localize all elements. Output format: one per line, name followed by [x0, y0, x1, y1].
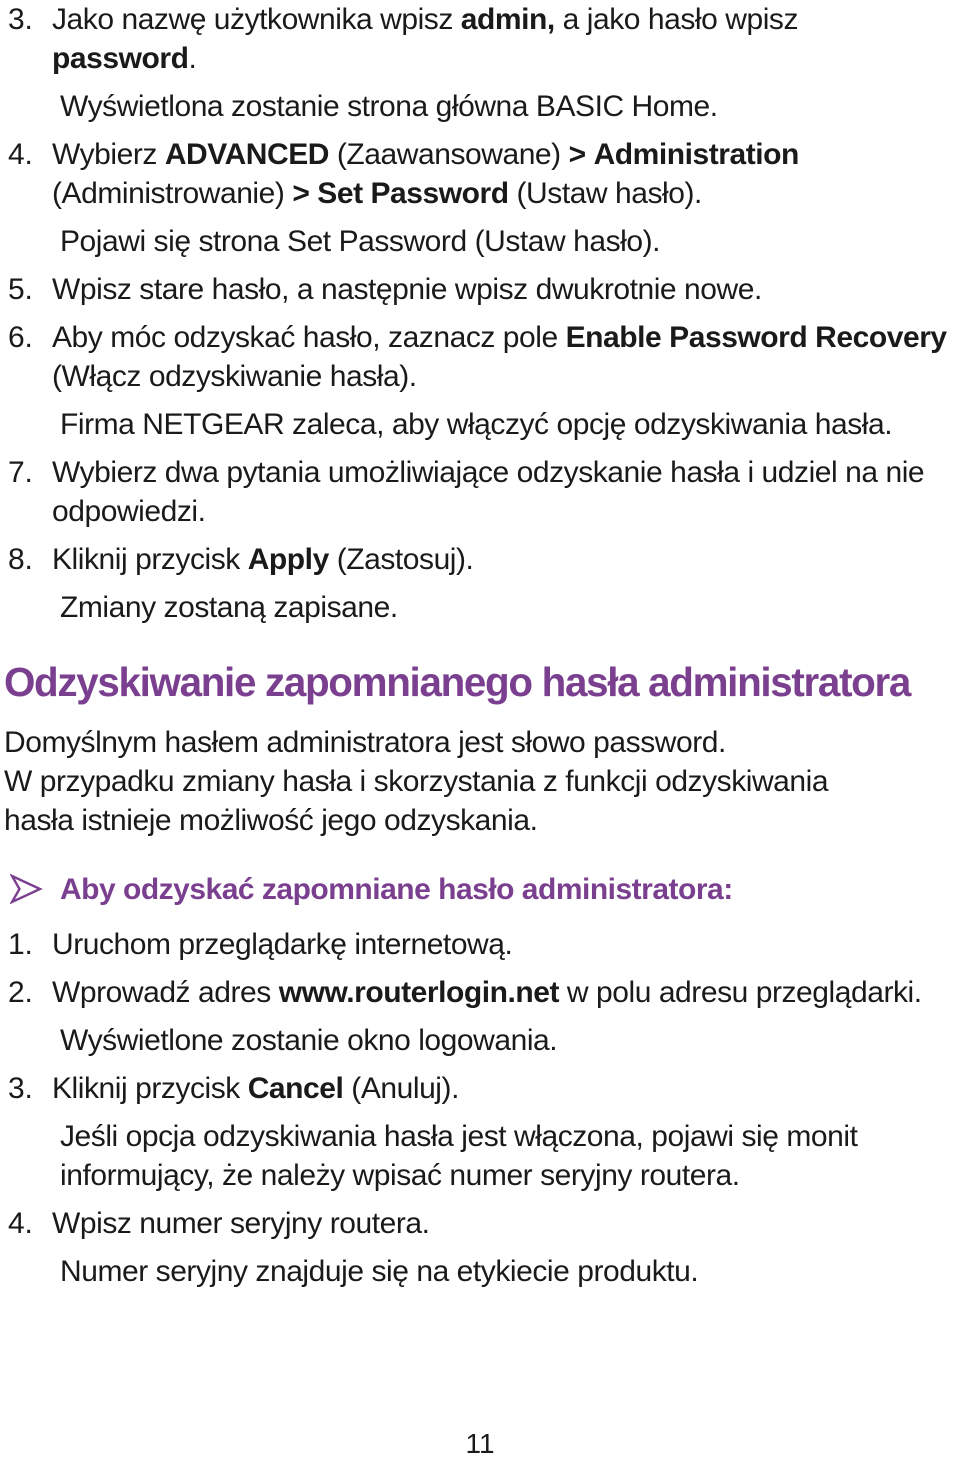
step-text-body: Kliknij przycisk Cancel (Anuluj).: [52, 1069, 960, 1108]
step-note: Firma NETGEAR zaleca, aby włączyć opcję …: [60, 408, 893, 441]
step-text: (Anuluj).: [343, 1072, 459, 1105]
step-text-bold: >: [292, 177, 310, 210]
step-text-body: Wybierz dwa pytania umożliwiające odzysk…: [52, 453, 960, 531]
step-text-bold: Set Password: [317, 177, 509, 210]
intro-line-1: Domyślnym hasłem administratora jest sło…: [4, 726, 726, 759]
step-text-body: Jako nazwę użytkownika wpisz admin, a ja…: [52, 0, 960, 78]
procedure-heading-label: Aby odzyskać zapomniane hasło administra…: [60, 873, 733, 906]
step-text: Wybierz dwa pytania umożliwiające odzysk…: [52, 456, 925, 528]
list-item: 3. Kliknij przycisk Cancel (Anuluj).: [0, 1069, 960, 1108]
list-item: 4. Wybierz ADVANCED (Zaawansowane) > Admi…: [0, 135, 960, 213]
procedure-heading: Aby odzyskać zapomniane hasło administra…: [0, 870, 960, 909]
step-text: (Zastosuj).: [328, 543, 474, 576]
step-text-bold: password: [52, 42, 189, 75]
list-item: 1. Uruchom przeglądarkę internetową.: [0, 925, 960, 964]
page-number: 11: [465, 1428, 495, 1459]
list-item: 6. Aby móc odzyskać hasło, zaznacz pole E…: [0, 318, 960, 396]
step-text: w polu adresu przeglądarki.: [559, 976, 922, 1009]
section-heading: Odzyskiwanie zapomnianego hasła administ…: [3, 659, 911, 705]
step-text-body: Wprowadź adres www.routerlogin.net w pol…: [52, 973, 960, 1012]
list-item: 4. Wpisz numer seryjny routera.: [0, 1204, 960, 1243]
step-text: [586, 138, 594, 171]
list-item: 7. Wybierz dwa pytania umożliwiające odzy…: [0, 453, 960, 531]
list-item: 2. Wprowadź adres www.routerlogin.net w p…: [0, 973, 960, 1012]
step-text: Kliknij przycisk: [52, 1072, 248, 1105]
step-note: Wyświetlona zostanie strona główna BASIC…: [60, 90, 718, 123]
step-text-bold: admin,: [460, 3, 555, 36]
step-text-bold: Apply: [247, 543, 330, 576]
step-number: 3.: [8, 1072, 33, 1105]
step-text: Jako nazwę użytkownika wpisz: [52, 3, 461, 36]
intro-line-3: hasła istnieje możliwość jego odzyskania…: [4, 804, 538, 837]
step-number: 1.: [8, 928, 33, 961]
document-page: 3. Jako nazwę użytkownika wpisz admin, a …: [0, 0, 960, 1474]
intro-line-2: W przypadku zmiany hasła i skorzystania …: [4, 765, 829, 798]
step-text: Wpisz stare hasło, a następnie wpisz dwu…: [52, 273, 762, 306]
step-text: Wpisz numer seryjny routera.: [52, 1207, 430, 1240]
step-text: Kliknij przycisk: [52, 543, 248, 576]
step-text-bold: Enable Password Recovery: [565, 321, 947, 354]
step-note: Numer seryjny znajduje się na etykiecie …: [60, 1255, 699, 1288]
step-number: 8.: [8, 543, 33, 576]
step-number: 6.: [8, 321, 33, 354]
list-item: 8. Kliknij przycisk Apply (Zastosuj).: [0, 540, 960, 579]
arrow-bullet-icon: [0, 870, 60, 904]
step-text: Wprowadź adres: [52, 976, 279, 1009]
step-note: Zmiany zostaną zapisane.: [60, 591, 398, 624]
step-text-bold: Administration: [593, 138, 800, 171]
step-text-bold: Cancel: [247, 1072, 344, 1105]
step-text: (Ustaw hasło).: [508, 177, 703, 210]
step-text-body: Uruchom przeglądarkę internetową.: [52, 925, 960, 964]
list-item: 3. Jako nazwę użytkownika wpisz admin, a …: [0, 0, 960, 78]
step-text: .: [188, 42, 197, 75]
section-intro-paragraph: Domyślnym hasłem administratora jest sło…: [0, 723, 960, 840]
step-text-body: Kliknij przycisk Apply (Zastosuj).: [52, 540, 960, 579]
steps-section-top: 3. Jako nazwę użytkownika wpisz admin, a …: [0, 0, 960, 627]
list-item: 5. Wpisz stare hasło, a następnie wpisz d…: [0, 270, 960, 309]
step-text-bold: www.routerlogin.net: [278, 976, 560, 1009]
step-number: 3.: [8, 3, 33, 36]
step-number: 7.: [8, 456, 33, 489]
step-text: Uruchom przeglądarkę internetową.: [52, 928, 513, 961]
steps-section-bottom: 1. Uruchom przeglądarkę internetową. 2. Wpr…: [0, 925, 960, 1291]
step-number: 5.: [8, 273, 33, 306]
step-note: Pojawi się strona Set Password (Ustaw ha…: [60, 225, 660, 258]
step-number: 4.: [8, 138, 33, 171]
step-text: (Administrowanie): [52, 177, 293, 210]
step-text: (Zaawansowane): [329, 138, 569, 171]
step-text-body: Wpisz stare hasło, a następnie wpisz dwu…: [52, 270, 960, 309]
step-text-bold: >: [568, 138, 587, 171]
step-text-body: Aby móc odzyskać hasło, zaznacz pole Ena…: [52, 318, 960, 396]
step-number: 2.: [8, 976, 33, 1009]
step-text: a jako hasło wpisz: [554, 3, 799, 36]
step-text-body: Wybierz ADVANCED (Zaawansowane) > Admini…: [52, 135, 960, 213]
step-number: 4.: [8, 1207, 33, 1240]
step-note: Wyświetlone zostanie okno logowania.: [60, 1024, 558, 1057]
step-text: Wybierz: [52, 138, 165, 171]
step-note: Jeśli opcja odzyskiwania hasła jest włąc…: [60, 1120, 858, 1192]
step-text: Aby móc odzyskać hasło, zaznacz pole: [52, 321, 566, 354]
step-text-bold: ADVANCED: [164, 138, 330, 171]
step-text: (Włącz odzyskiwanie hasła).: [52, 360, 417, 393]
step-text-body: Wpisz numer seryjny routera.: [52, 1204, 960, 1243]
